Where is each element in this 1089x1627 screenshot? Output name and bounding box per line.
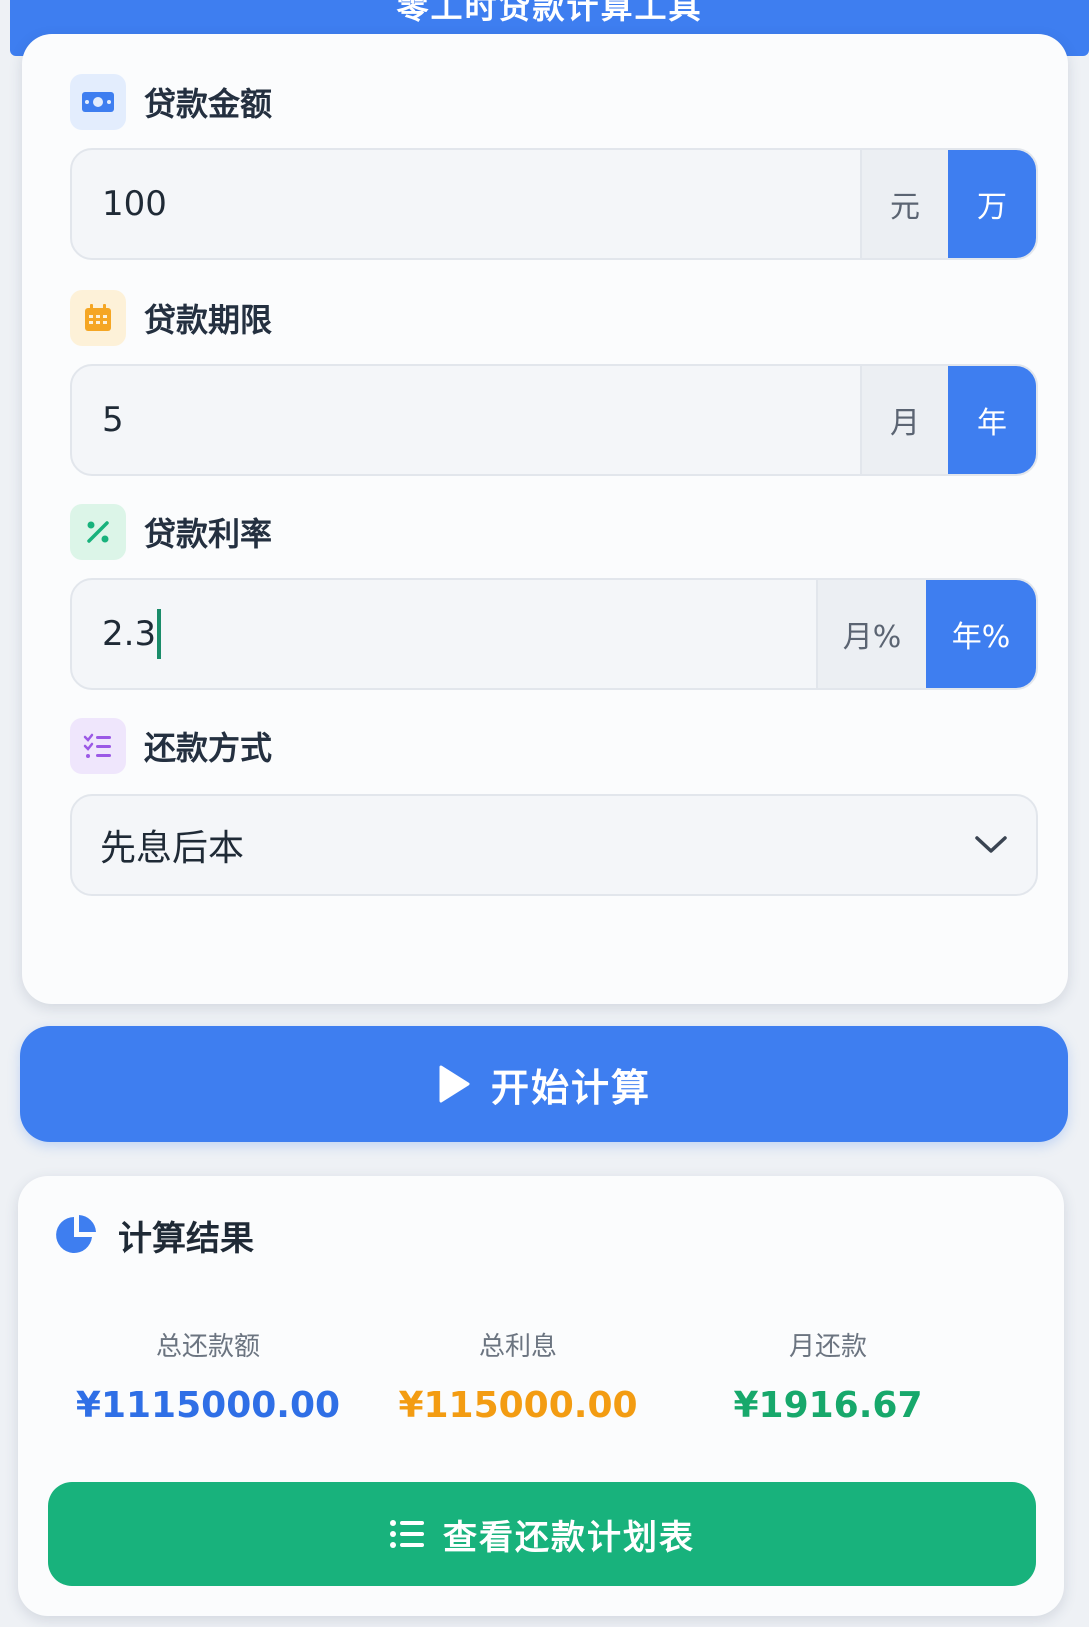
term-unit-month-button[interactable]: 月 bbox=[860, 366, 948, 474]
term-label: 贷款期限 bbox=[144, 301, 273, 339]
rate-input[interactable]: 2.3 bbox=[72, 580, 816, 688]
amount-unit-yuan-button[interactable]: 元 bbox=[860, 150, 948, 258]
amount-input-group: 100 元 万 bbox=[70, 148, 1038, 260]
rate-label: 贷款利率 bbox=[144, 515, 273, 553]
rate-input-value: 2.3 bbox=[102, 614, 157, 654]
method-label-row: 还款方式 bbox=[70, 718, 272, 774]
rate-unit-annual-button[interactable]: 年% bbox=[926, 580, 1036, 688]
rate-input-group: 2.3 月% 年% bbox=[70, 578, 1038, 690]
term-unit-year-button[interactable]: 年 bbox=[948, 366, 1036, 474]
amount-label-row: 贷款金额 bbox=[70, 74, 272, 130]
list-check-icon bbox=[70, 718, 126, 774]
amount-input[interactable]: 100 bbox=[72, 150, 860, 258]
method-select[interactable]: 先息后本 bbox=[70, 794, 1038, 896]
loan-calculator-page: 零工时贷款计算工具 贷款金额 100 元 万 贷款期限 5 月 年 贷款利率 2… bbox=[0, 0, 1089, 1627]
amount-unit-wan-button[interactable]: 万 bbox=[948, 150, 1036, 258]
page-title: 零工时贷款计算工具 bbox=[396, 0, 703, 26]
calendar-icon bbox=[70, 290, 126, 346]
term-input-group: 5 月 年 bbox=[70, 364, 1038, 476]
start-calculation-button[interactable]: 开始计算 bbox=[20, 1026, 1068, 1142]
method-label: 还款方式 bbox=[144, 729, 273, 767]
amount-label: 贷款金额 bbox=[144, 85, 273, 123]
list-icon bbox=[390, 1520, 424, 1548]
rate-label-row: 贷款利率 bbox=[70, 504, 272, 560]
pie-chart-icon bbox=[56, 1215, 96, 1253]
monthly-payment-stat: 月还款 ¥1916.67 bbox=[668, 1326, 988, 1426]
total-interest-label: 总利息 bbox=[478, 1332, 557, 1362]
start-calculation-label: 开始计算 bbox=[490, 1065, 651, 1110]
rate-unit-monthly-button[interactable]: 月% bbox=[816, 580, 926, 688]
money-icon bbox=[70, 74, 126, 130]
view-schedule-button[interactable]: 查看还款计划表 bbox=[48, 1482, 1036, 1586]
total-interest-stat: 总利息 ¥115000.00 bbox=[358, 1326, 678, 1426]
view-schedule-label: 查看还款计划表 bbox=[443, 1517, 695, 1558]
total-repayment-value: ¥1115000.00 bbox=[75, 1385, 341, 1426]
method-select-value: 先息后本 bbox=[100, 828, 245, 869]
term-label-row: 贷款期限 bbox=[70, 290, 272, 346]
monthly-payment-label: 月还款 bbox=[788, 1332, 867, 1362]
total-repayment-label: 总还款额 bbox=[155, 1332, 260, 1362]
term-input[interactable]: 5 bbox=[72, 366, 860, 474]
text-caret bbox=[157, 609, 162, 659]
loan-form-card: 贷款金额 100 元 万 贷款期限 5 月 年 贷款利率 2.3 月% 年% 还… bbox=[22, 34, 1068, 1004]
result-card: 计算结果 总还款额 ¥1115000.00 总利息 ¥115000.00 月还款… bbox=[18, 1176, 1064, 1616]
total-interest-value: ¥115000.00 bbox=[398, 1385, 638, 1426]
chevron-down-icon bbox=[946, 835, 1036, 855]
monthly-payment-value: ¥1916.67 bbox=[733, 1385, 923, 1426]
result-title-row: 计算结果 bbox=[54, 1210, 254, 1260]
total-repayment-stat: 总还款额 ¥1115000.00 bbox=[48, 1326, 368, 1426]
play-icon bbox=[439, 1065, 470, 1103]
percent-icon bbox=[70, 504, 126, 560]
result-title: 计算结果 bbox=[118, 1218, 254, 1259]
